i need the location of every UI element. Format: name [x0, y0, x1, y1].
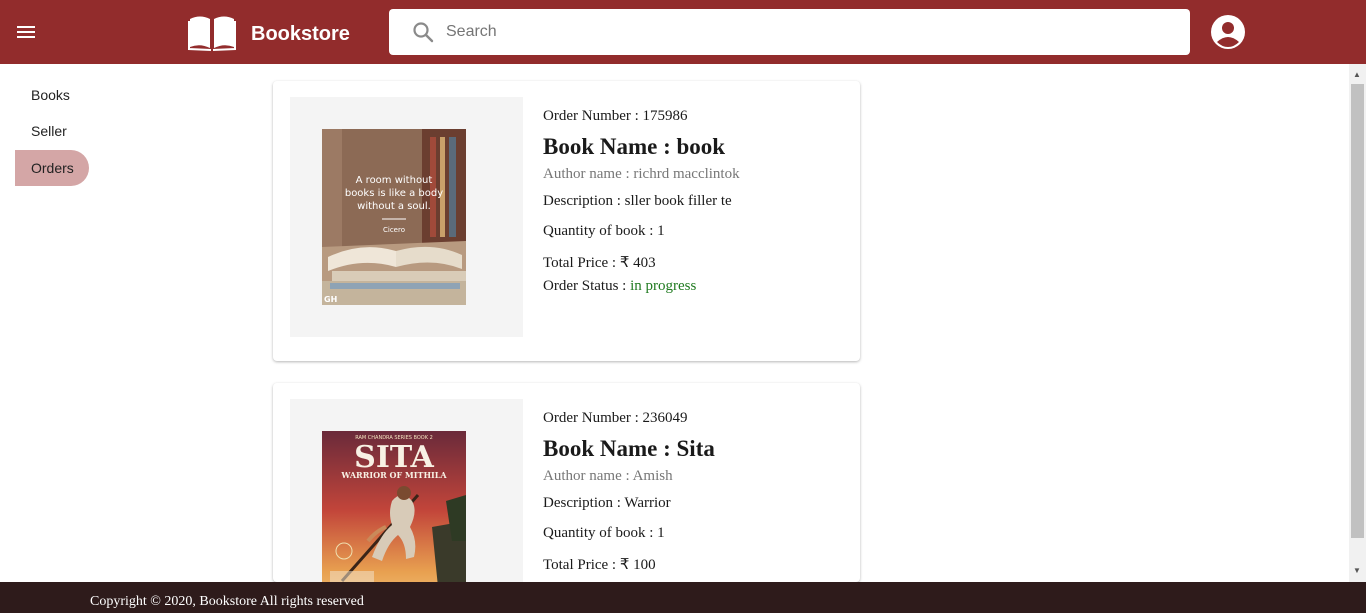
app-footer: Copyright © 2020, Bookstore All rights r…	[0, 582, 1366, 613]
total-price: Total Price : ₹ 403	[543, 255, 656, 271]
copyright-text: Copyright © 2020, Bookstore All rights r…	[90, 594, 364, 609]
order-number: Order Number : 236049	[543, 410, 688, 426]
order-number: Order Number : 175986	[543, 108, 688, 124]
quantity: Quantity of book : 1	[543, 525, 665, 541]
order-card: A room without books is like a body with…	[273, 81, 860, 361]
scroll-down-arrow-icon[interactable]: ▼	[1353, 566, 1361, 576]
book-logo-icon	[188, 13, 236, 51]
sidebar-item-seller[interactable]: Seller	[15, 113, 89, 149]
cover-attribution: Cicero	[383, 226, 405, 234]
sidebar-item-orders[interactable]: Orders	[15, 150, 89, 186]
cover-quote-line1: A room without	[356, 175, 433, 186]
status-badge: in progress	[630, 278, 697, 294]
book-name: Book Name : Sita	[543, 436, 715, 461]
description: Description : sller book filler te	[543, 193, 732, 209]
book-cover-frame: RAM CHANDRA SERIES BOOK 2 SITA WARRIOR O…	[290, 399, 523, 582]
sidebar-item-books[interactable]: Books	[15, 77, 89, 113]
order-status-prefix: Order Status :	[543, 278, 627, 294]
cover-corner-mark: GH	[324, 295, 337, 304]
scrollbar-thumb[interactable]	[1351, 84, 1364, 538]
cover-quote-line2: books is like a body	[345, 188, 443, 199]
order-card: RAM CHANDRA SERIES BOOK 2 SITA WARRIOR O…	[273, 383, 860, 582]
search-input[interactable]	[446, 9, 1166, 55]
description: Description : Warrior	[543, 495, 671, 511]
book-cover-frame: A room without books is like a body with…	[290, 97, 523, 337]
search-bar	[389, 9, 1190, 55]
author-name: Author name : richrd macclintok	[543, 166, 740, 182]
vertical-scrollbar[interactable]: ▲ ▼	[1349, 64, 1366, 582]
account-circle-icon[interactable]	[1210, 14, 1246, 50]
book-cover-image: A room without books is like a body with…	[322, 129, 466, 305]
cover-quote-line3: without a soul.	[357, 201, 431, 212]
total-price: Total Price : ₹ 100	[543, 557, 656, 573]
scroll-up-arrow-icon[interactable]: ▲	[1353, 70, 1361, 80]
cover-subtitle: WARRIOR OF MITHILA	[340, 470, 447, 480]
quantity: Quantity of book : 1	[543, 223, 665, 239]
brand-name[interactable]: Bookstore	[251, 23, 350, 46]
book-name: Book Name : book	[543, 134, 726, 159]
menu-icon[interactable]	[14, 20, 38, 44]
app-header: Bookstore	[0, 0, 1366, 64]
book-cover-image: RAM CHANDRA SERIES BOOK 2 SITA WARRIOR O…	[322, 431, 466, 582]
search-icon[interactable]	[411, 20, 435, 44]
order-status: Order Status : in progress	[543, 278, 696, 295]
author-name: Author name : Amish	[543, 468, 673, 484]
